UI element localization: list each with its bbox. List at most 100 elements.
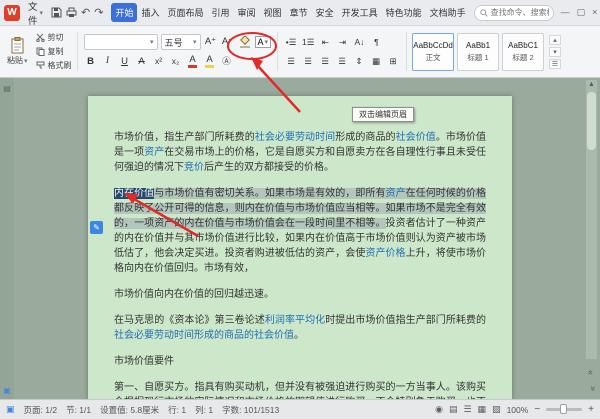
previous-page-button[interactable]: « [585,367,598,378]
print-icon[interactable] [66,5,77,20]
page-view-icon[interactable]: ▤ [449,404,458,415]
copy-button[interactable]: 复制 [33,45,75,58]
tab-页面布局[interactable]: 页面布局 [164,3,208,22]
font-name-combo[interactable]: ▾ [84,34,158,50]
gallery-up-icon[interactable]: ▴ [549,35,561,45]
character-border-button[interactable]: Ⓐ [220,54,234,69]
line-spacing-button[interactable]: ⇕ [352,54,366,69]
tab-特色功能[interactable]: 特色功能 [382,3,426,22]
decrease-font-button[interactable]: A⁻ [221,35,235,50]
left-tool-icon[interactable]: ▣ [1,386,13,395]
hyperlink-text[interactable]: 社会必要劳动时间形成的商品的社会价值 [114,330,294,341]
paragraph[interactable]: 在马克思的《资本论》第三卷论述利润率平均化时提出市场价值指生产部门所耗费的社会必… [114,313,486,343]
file-menu-button[interactable]: 文件 ▾ [24,0,47,29]
font-size-combo[interactable]: 五号 ▾ [161,34,201,50]
maximize-icon[interactable]: ▢ [577,7,586,18]
close-icon[interactable]: × [592,7,597,18]
page-nav-buttons: « « [586,366,597,395]
text-run: 后产生的双方都接受的价格。 [204,162,334,173]
hyperlink-text[interactable]: 社会必要劳动时间 [255,132,335,143]
undo-icon[interactable]: ↶ [81,5,90,20]
gallery-more-icon[interactable]: ☰ [549,59,561,69]
command-search[interactable] [474,5,554,21]
status-right-cluster: ◉ ▤ ☰ ▦ ▧ 100% − + [435,404,594,415]
vertical-scrollbar[interactable]: ▲ [586,80,597,359]
bold-button[interactable]: B [84,54,98,69]
style-card-正文[interactable]: AaBbCcDd正文 [412,33,454,71]
save-icon[interactable] [51,5,62,20]
style-card-标题 1[interactable]: AaBb1标题 1 [457,33,499,71]
tab-安全[interactable]: 安全 [312,3,338,22]
subscript-button[interactable]: x₂ [169,54,183,69]
hyperlink-text[interactable]: 资产价格 [365,248,405,259]
left-edge-strip [0,78,14,399]
cut-label: 剪切 [48,32,64,43]
paste-button[interactable]: 粘贴▾ [2,35,33,68]
scrollbar-thumb[interactable] [587,92,596,150]
increase-font-button[interactable]: A⁺ [204,35,218,50]
paragraph[interactable]: 市场价值要件 [114,354,486,369]
style-card-标题 2[interactable]: AaBbC1标题 2 [502,33,544,71]
paragraph[interactable]: 内在价值与市场价值有密切关系。如果市场是有效的，即所有资产在任何时候的价格都反映… [114,186,486,276]
document-page[interactable]: 市场价值，指生产部门所耗费的社会必要劳动时间形成的商品的社会价值。市场价值是一项… [88,96,512,406]
highlight-color-button[interactable]: A▾ [255,36,272,48]
align-right-button[interactable]: ☰ [318,54,332,69]
sidebar-toggle-icon[interactable]: ▤ [1,84,13,93]
annotation-pen-icon[interactable]: ✎ [90,221,103,234]
fullscreen-icon[interactable]: ▧ [492,404,501,415]
tab-文档助手[interactable]: 文档助手 [426,3,470,22]
hyperlink-text[interactable]: 利润率平均化 [265,315,325,326]
status-doc-icon[interactable]: ▣ [6,404,15,415]
zoom-slider[interactable] [546,408,582,411]
eye-protect-icon[interactable]: ◉ [435,404,443,415]
text-direction-button[interactable]: A↓ [352,35,366,50]
hyperlink-text[interactable]: 竞价 [184,162,204,173]
paragraph[interactable]: 市场价值向内在价值的回归越迅速。 [114,287,486,302]
hyperlink-text[interactable]: 资产 [144,147,164,158]
decrease-indent-button[interactable]: ⇤ [318,35,332,50]
outline-view-icon[interactable]: ☰ [463,404,471,415]
tab-开始[interactable]: 开始 [111,3,137,22]
tab-视图[interactable]: 视图 [260,3,286,22]
hyperlink-text[interactable]: 资产 [386,188,406,199]
zoom-slider-thumb[interactable] [560,404,567,414]
increase-indent-button[interactable]: ⇥ [335,35,349,50]
format-painter-button[interactable]: 格式刷 [33,59,75,72]
tab-审阅[interactable]: 审阅 [234,3,260,22]
zoom-out-button[interactable]: − [534,404,540,415]
zoom-in-button[interactable]: + [588,404,594,415]
borders-button[interactable]: ⊞ [386,54,400,69]
next-page-button[interactable]: « [585,383,598,394]
tab-开发工具[interactable]: 开发工具 [338,3,382,22]
redo-icon[interactable]: ↷ [94,5,103,20]
strikethrough-button[interactable]: A [135,54,149,69]
superscript-button[interactable]: x² [152,54,166,69]
paste-label: 粘贴 [7,55,23,66]
show-marks-button[interactable]: ¶ [369,35,383,50]
numbered-list-button[interactable]: 1☰ [301,35,315,50]
web-view-icon[interactable]: ▦ [478,404,487,415]
gallery-arrows: ▴ ▾ ☰ [547,26,563,77]
cut-button[interactable]: 剪切 [33,31,75,44]
tab-章节[interactable]: 章节 [286,3,312,22]
bullet-list-button[interactable]: •☰ [284,35,298,50]
align-center-button[interactable]: ☰ [301,54,315,69]
justify-button[interactable]: ☰ [335,54,349,69]
tab-插入[interactable]: 插入 [137,3,163,22]
italic-button[interactable]: I [101,54,115,69]
hyperlink-text[interactable]: 社会价值 [396,132,436,143]
scroll-up-icon[interactable]: ▲ [586,81,597,88]
text-run: 内在价值 [114,188,154,199]
clear-format-button[interactable] [238,35,252,50]
tab-引用[interactable]: 引用 [208,3,234,22]
minimize-icon[interactable]: — [561,7,570,18]
document-text[interactable]: 市场价值，指生产部门所耗费的社会必要劳动时间形成的商品的社会价值。市场价值是一项… [88,96,512,406]
align-left-button[interactable]: ☰ [284,54,298,69]
underline-button[interactable]: U [118,54,132,69]
text-highlight-button[interactable]: A [203,54,217,69]
search-input[interactable] [491,8,549,17]
font-color-button[interactable]: A [186,54,200,69]
gallery-down-icon[interactable]: ▾ [549,47,561,57]
shading-button[interactable]: ▦ [369,54,383,69]
paragraph[interactable]: 市场价值，指生产部门所耗费的社会必要劳动时间形成的商品的社会价值。市场价值是一项… [114,130,486,175]
